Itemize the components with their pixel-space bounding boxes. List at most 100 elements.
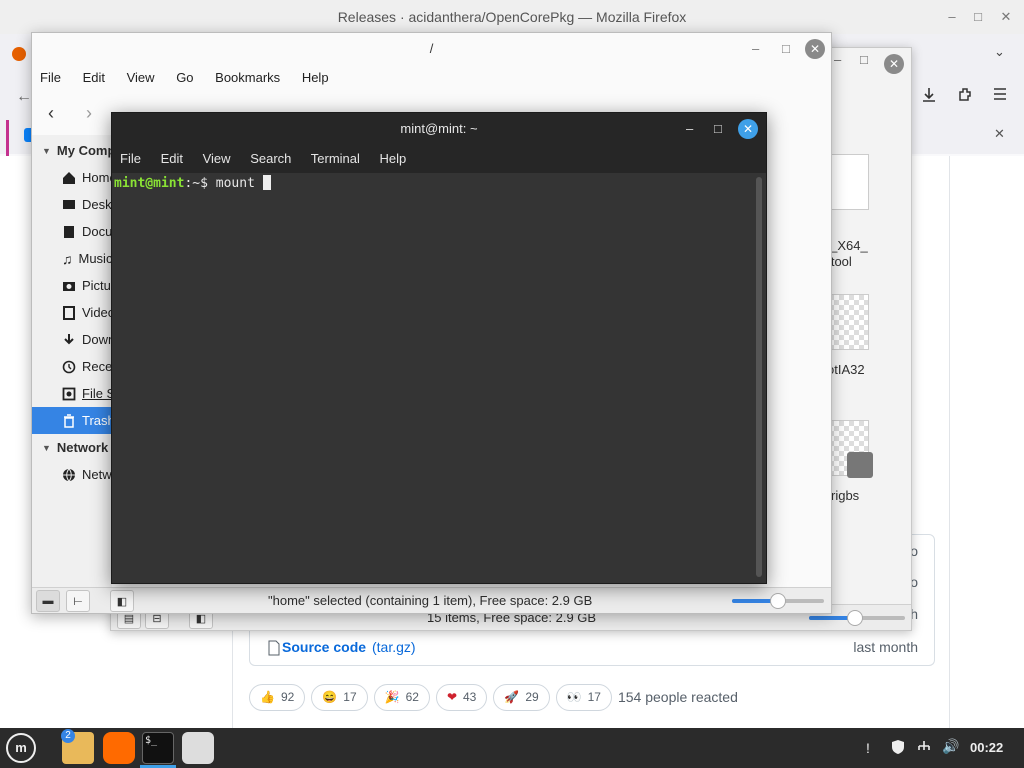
network-status-icon[interactable] bbox=[916, 739, 932, 755]
source-code-date: last month bbox=[853, 639, 918, 655]
terminal-launcher-icon[interactable]: $_ bbox=[142, 732, 174, 764]
source-code-ext[interactable]: (tar.gz) bbox=[372, 639, 416, 655]
music-icon: ♫ bbox=[62, 250, 73, 267]
reaction-count: 62 bbox=[405, 690, 419, 704]
menu-help[interactable]: Help bbox=[380, 151, 407, 166]
file-manager-title: / bbox=[429, 41, 434, 56]
file-label[interactable]: rigbs bbox=[831, 488, 859, 503]
reaction-emoji: 😄 bbox=[322, 690, 338, 704]
menu-edit[interactable]: Edit bbox=[83, 70, 105, 85]
close-icon[interactable]: ✕ bbox=[738, 119, 758, 139]
extensions-icon[interactable] bbox=[956, 86, 974, 104]
scrollbar[interactable] bbox=[756, 177, 762, 577]
volume-icon[interactable]: 🔊 bbox=[942, 738, 959, 755]
firefox-launcher-icon[interactable] bbox=[103, 732, 135, 764]
reaction-count: 43 bbox=[463, 690, 477, 704]
zoom-slider[interactable] bbox=[732, 593, 824, 609]
sidebar-item-filesystem[interactable]: File System bbox=[32, 380, 112, 407]
reaction-laugh[interactable]: 😄 17 bbox=[311, 683, 368, 711]
sidebar-item-desktop[interactable]: Desktop bbox=[32, 191, 112, 218]
menu-view[interactable]: View bbox=[127, 70, 155, 85]
sidebar-item-label: Recent bbox=[82, 359, 112, 374]
close-icon[interactable]: ✕ bbox=[994, 0, 1018, 34]
update-manager-icon[interactable]: ! bbox=[866, 740, 870, 756]
downloads-icon[interactable] bbox=[920, 86, 938, 104]
minimize-icon[interactable]: – bbox=[752, 33, 759, 65]
menu-edit[interactable]: Edit bbox=[161, 151, 183, 166]
close-icon[interactable]: ✕ bbox=[884, 54, 904, 74]
pictures-icon bbox=[62, 279, 76, 293]
mint-menu-icon[interactable]: m bbox=[6, 733, 36, 763]
menu-go[interactable]: Go bbox=[176, 70, 193, 85]
maximize-icon[interactable]: □ bbox=[860, 52, 868, 67]
reactions-summary: 154 people reacted bbox=[617, 689, 738, 705]
menu-file[interactable]: File bbox=[40, 70, 61, 85]
menu-bookmarks[interactable]: Bookmarks bbox=[215, 70, 280, 85]
sidebar-item-network[interactable]: Network bbox=[32, 461, 112, 488]
source-code-row[interactable]: Source code (tar.gz) last month bbox=[249, 630, 935, 666]
reaction-hooray[interactable]: 🎉 62 bbox=[373, 683, 430, 711]
reaction-emoji: 🎉 bbox=[384, 690, 400, 704]
taskbar: m 2 $_ ! 🔊 00:22 bbox=[0, 728, 1024, 768]
sidebar-item-documents[interactable]: Documents bbox=[32, 218, 112, 245]
sidebar-item-label: Desktop bbox=[82, 197, 112, 212]
zoom-slider-handle[interactable] bbox=[770, 593, 786, 609]
menu-terminal[interactable]: Terminal bbox=[311, 151, 360, 166]
terminal-titlebar: mint@mint: ~ – □ ✕ bbox=[112, 113, 766, 145]
menu-file[interactable]: File bbox=[120, 151, 141, 166]
maximize-icon[interactable]: □ bbox=[782, 33, 790, 65]
reaction-count: 29 bbox=[525, 690, 539, 704]
documents-icon bbox=[62, 225, 76, 239]
sidebar-hide-icon[interactable]: ◧ bbox=[110, 590, 134, 612]
close-icon[interactable]: ✕ bbox=[805, 39, 825, 59]
sidebar-item-home[interactable]: Home bbox=[32, 164, 112, 191]
reaction-thumbsup[interactable]: 👍 92 bbox=[249, 683, 306, 711]
minimize-icon[interactable]: – bbox=[940, 0, 964, 34]
app-menu-icon[interactable] bbox=[992, 86, 1008, 102]
menu-view[interactable]: View bbox=[203, 151, 231, 166]
places-sidebar: ▼ My Computer Home Desktop Documents ♫ M… bbox=[32, 135, 112, 587]
maximize-icon[interactable]: □ bbox=[714, 113, 722, 145]
back-arrow-icon[interactable]: ← bbox=[16, 88, 32, 106]
sidebar-section-my-computer[interactable]: ▼ My Computer bbox=[32, 137, 112, 164]
terminal-output[interactable]: mint@mint:~$ mount bbox=[112, 173, 766, 583]
collapse-triangle-icon: ▼ bbox=[42, 145, 51, 156]
sidebar-item-pictures[interactable]: Pictures bbox=[32, 272, 112, 299]
sidebar-item-label: Trash bbox=[82, 413, 112, 428]
reaction-count: 17 bbox=[343, 690, 357, 704]
reaction-eyes[interactable]: 👀 17 bbox=[555, 683, 612, 711]
minimize-icon[interactable]: – bbox=[834, 52, 841, 67]
back-icon[interactable]: ‹ bbox=[48, 103, 54, 124]
maximize-icon[interactable]: □ bbox=[966, 0, 990, 34]
command-text: mount bbox=[207, 176, 263, 191]
sidebar-item-music[interactable]: ♫ Music bbox=[32, 245, 112, 272]
minimize-icon[interactable]: – bbox=[686, 113, 693, 145]
reaction-rocket[interactable]: 🚀 29 bbox=[493, 683, 550, 711]
close-notification-icon[interactable]: ✕ bbox=[994, 126, 1005, 142]
menu-help[interactable]: Help bbox=[302, 70, 329, 85]
forward-icon[interactable]: › bbox=[86, 103, 92, 124]
tree-toggle-icon[interactable]: ⊢ bbox=[66, 590, 90, 612]
reaction-heart[interactable]: ❤ 43 bbox=[435, 683, 488, 711]
file-label[interactable]: otIA32 bbox=[827, 362, 865, 377]
network-icon bbox=[62, 468, 76, 482]
notification-accent-bar bbox=[6, 120, 9, 156]
zoom-slider[interactable] bbox=[809, 610, 905, 626]
tabs-list-chevron-icon[interactable]: ⌄ bbox=[994, 44, 1005, 60]
sidebar-item-label: Downloads bbox=[82, 332, 112, 347]
sidebar-item-videos[interactable]: Videos bbox=[32, 299, 112, 326]
sidebar-item-trash[interactable]: Trash bbox=[32, 407, 112, 434]
clock[interactable]: 00:22 bbox=[970, 740, 1003, 755]
places-toggle-icon[interactable]: ▬ bbox=[36, 590, 60, 612]
menu-search[interactable]: Search bbox=[250, 151, 291, 166]
chrome-launcher-icon[interactable] bbox=[182, 732, 214, 764]
source-code-link[interactable]: Source code bbox=[282, 639, 366, 655]
sidebar-item-downloads[interactable]: Downloads bbox=[32, 326, 112, 353]
lock-icon bbox=[847, 452, 873, 478]
firefox-titlebar: Releases · acidanthera/OpenCorePkg — Moz… bbox=[0, 0, 1024, 34]
zoom-slider-handle[interactable] bbox=[847, 610, 863, 626]
shield-icon[interactable] bbox=[890, 739, 906, 755]
sidebar-item-recent[interactable]: Recent bbox=[32, 353, 112, 380]
prompt-user: mint@mint bbox=[114, 176, 185, 191]
sidebar-section-network[interactable]: ▼ Network bbox=[32, 434, 112, 461]
